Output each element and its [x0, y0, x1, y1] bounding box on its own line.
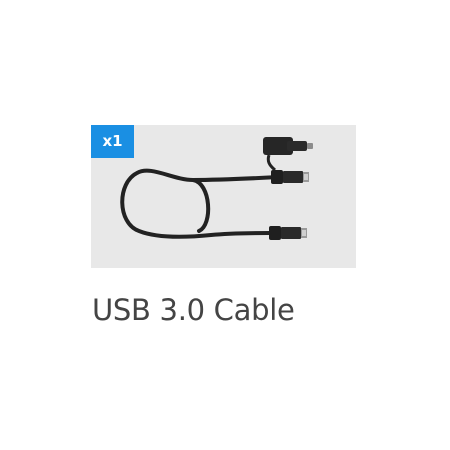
product-image: x1: [91, 125, 356, 268]
quantity-badge: x1: [91, 125, 134, 158]
product-card: x1 USB 3.0 Cable: [0, 0, 450, 450]
product-title: USB 3.0 Cable: [92, 293, 295, 327]
